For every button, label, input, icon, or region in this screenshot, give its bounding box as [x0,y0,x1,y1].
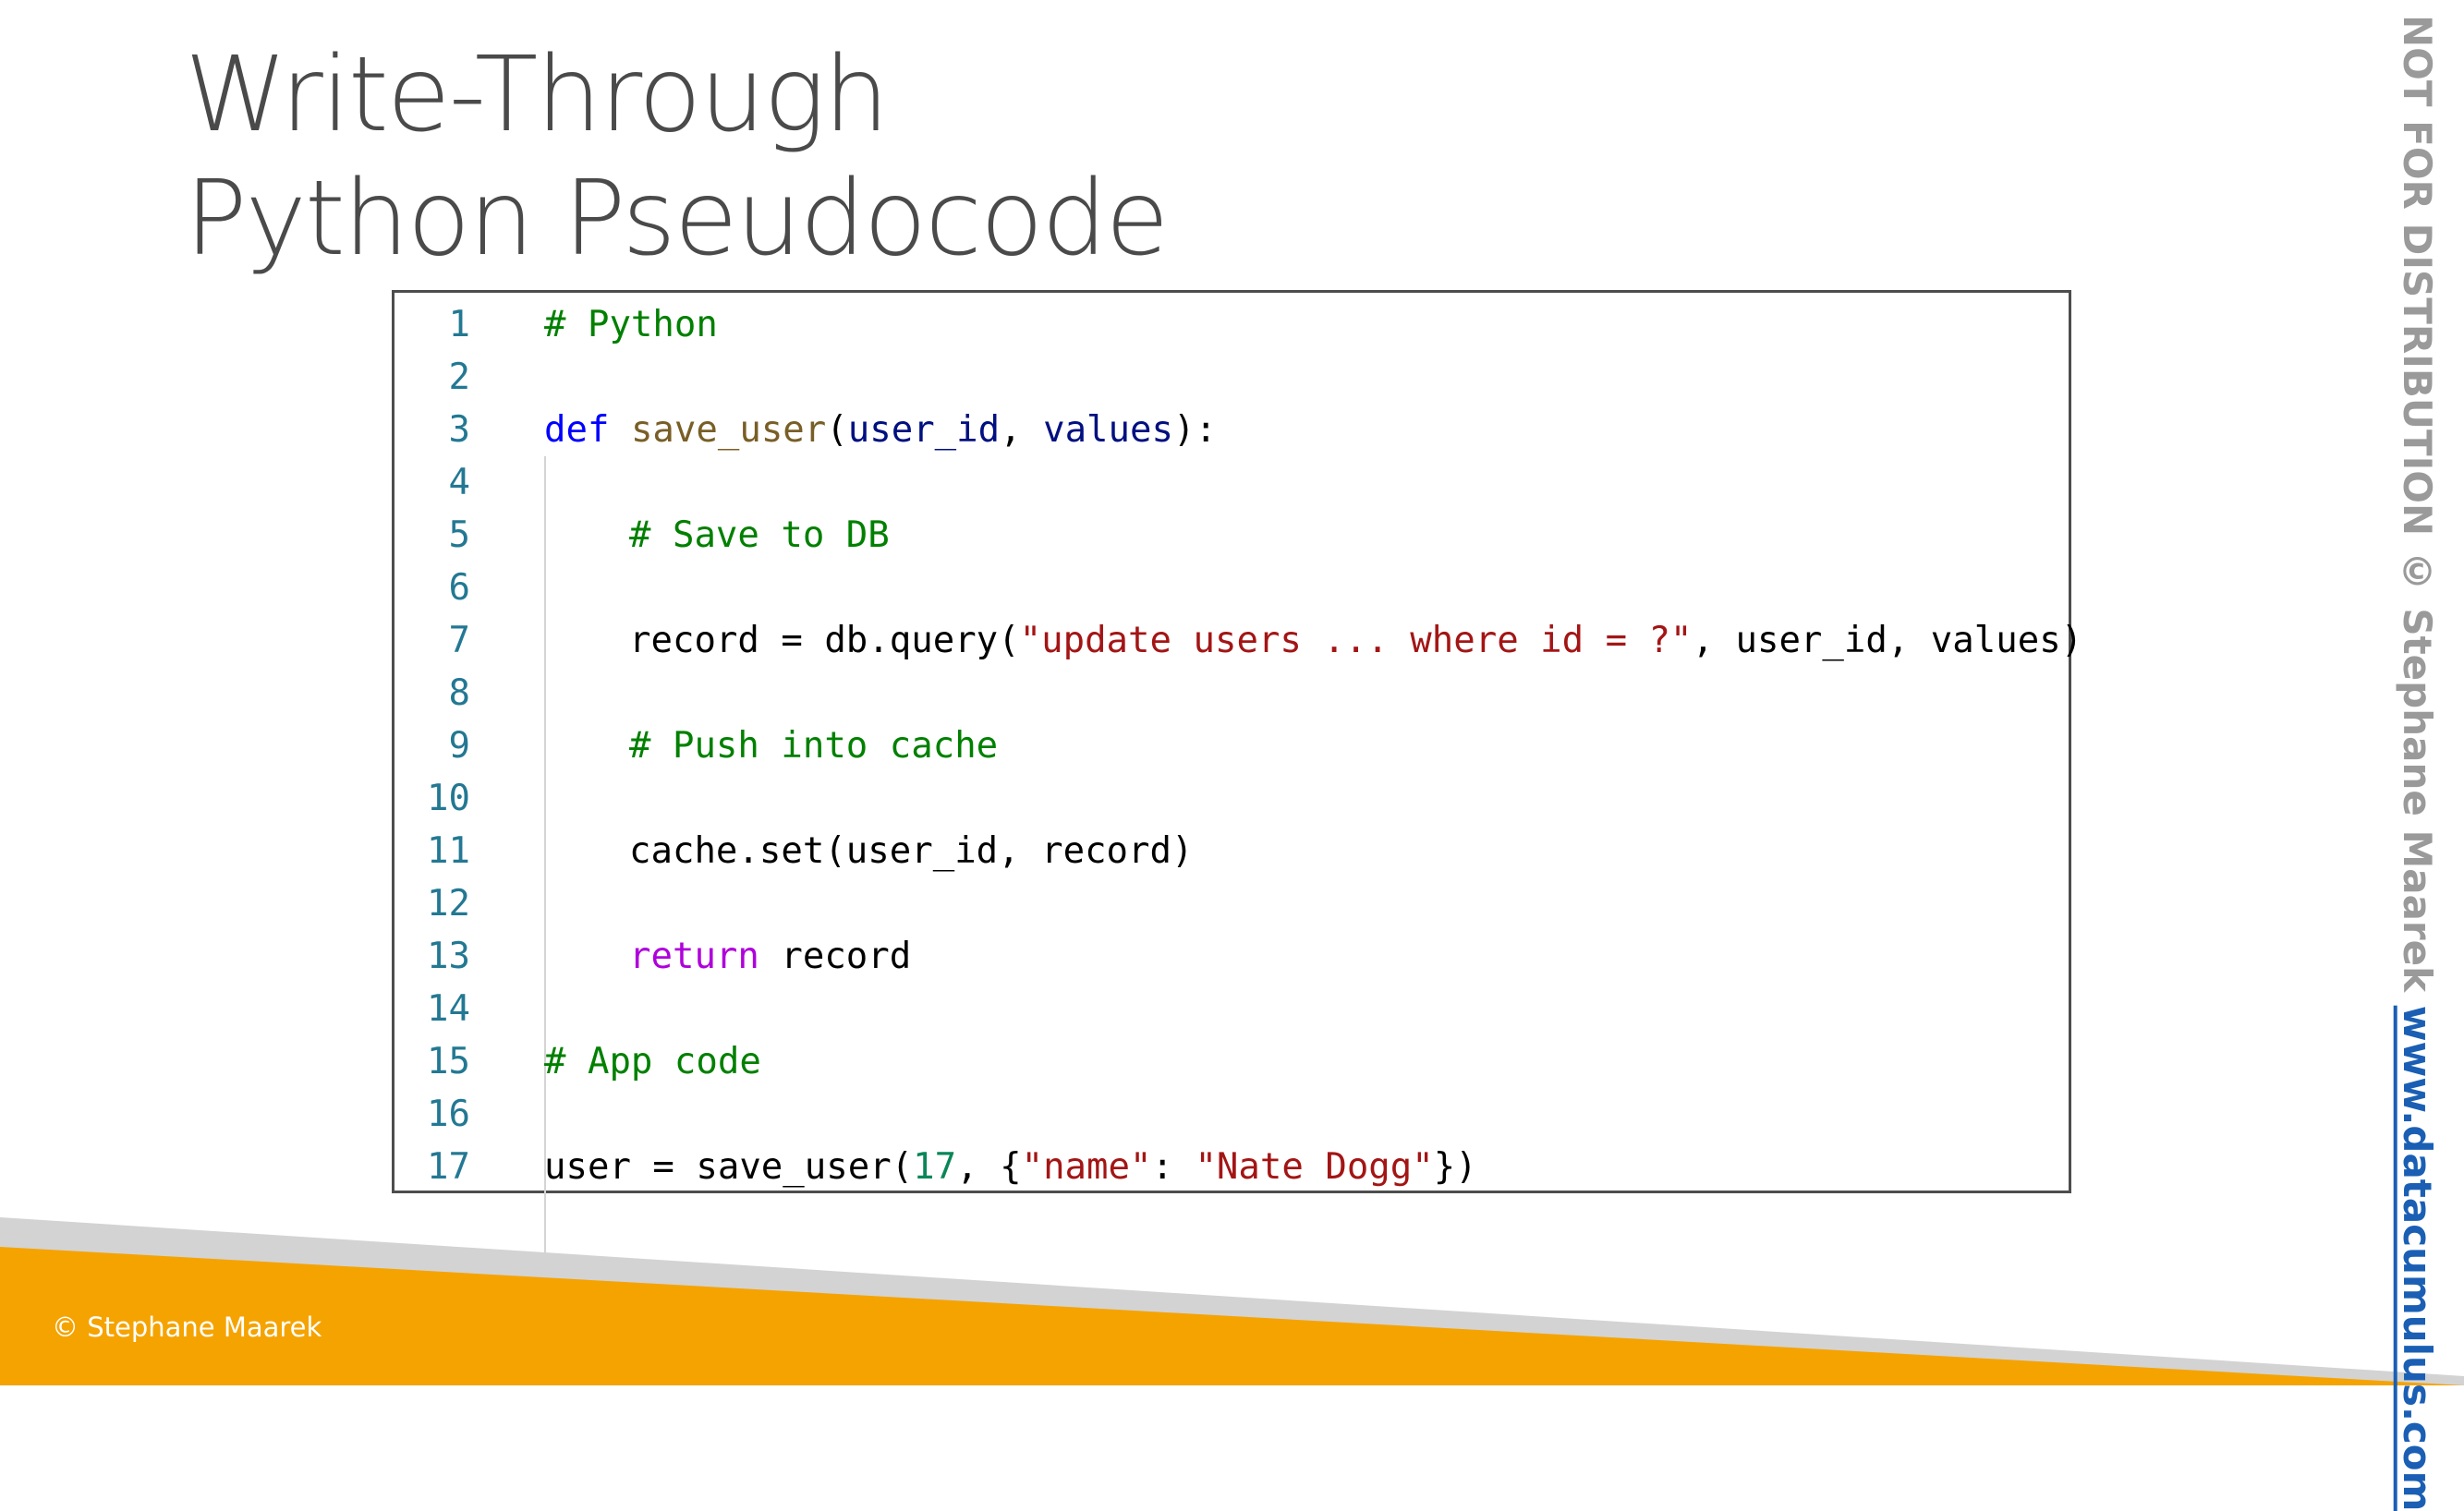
code-text: # App code [544,1035,761,1088]
code-token: record = db.query( [629,620,1020,661]
code-token: "name" [1021,1146,1152,1188]
code-text: cache.set(user_id, record) [629,825,1193,877]
code-line: 7 record = db.query("update users ... whe… [394,614,2083,667]
code-token: return [629,936,759,977]
code-token: user_id [847,409,1001,451]
line-number: 14 [427,988,470,1030]
line-number: 8 [448,672,470,714]
code-line: 14 [394,983,2069,1035]
footer-credit: © Stephane Maarek [52,1312,322,1343]
code-line: 13 return record [394,930,2069,983]
line-number: 4 [448,462,470,503]
line-number: 10 [427,778,470,819]
code-token: ): [1172,409,1217,451]
code-line: 8 [394,667,2069,719]
line-number: 12 [427,883,470,925]
code-token: , user_id, values) [1692,620,2083,661]
code-token: save_user [630,409,827,451]
code-line: 11 cache.set(user_id, record) [394,825,2069,877]
slide-title-line-1: Write-Through [185,35,890,155]
line-number: 1 [448,304,470,345]
code-token: 17 [913,1146,957,1188]
line-number: 6 [448,567,470,609]
slide-title: Write-Through Python Pseudocode [185,33,1169,281]
website-link[interactable]: www.datacumulus.com [2395,1006,2440,1511]
code-line: 16 [394,1088,2069,1141]
code-token: , { [956,1146,1022,1188]
code-line: 10 [394,772,2069,825]
line-number: 7 [448,620,470,661]
code-line: 3 def save_user(user_id, values): [394,404,2069,456]
distribution-notice: NOT FOR DISTRIBUTION © Stephane Maarek [2395,15,2440,1006]
line-number: 3 [448,409,470,451]
code-line: 15 # App code [394,1035,2069,1088]
code-token: # Python [544,304,718,345]
code-line: 17 user = save_user(17, {"name": "Nate Do… [394,1141,2069,1193]
code-token: # App code [544,1041,761,1082]
code-token: record [759,936,912,977]
side-watermark: NOT FOR DISTRIBUTION © Stephane Maarek w… [2395,15,2440,1511]
line-number: 11 [427,830,470,872]
line-number: 5 [448,514,470,556]
code-text: # Push into cache [629,719,998,772]
code-text: def save_user(user_id, values): [544,404,1217,456]
code-token: def [544,409,610,451]
line-number: 2 [448,357,470,398]
code-token: cache.set(user_id, record) [629,830,1194,872]
code-line: 9 # Push into cache [394,719,2069,772]
code-token: # Save to DB [629,514,890,556]
code-token: }) [1433,1146,1477,1188]
code-token: user = save_user( [544,1146,914,1188]
line-number: 13 [427,936,470,977]
code-line: 4 [394,456,2069,509]
code-line: 6 [394,562,2069,614]
code-text: # Save to DB [629,509,890,562]
code-text: record = db.query("update users ... wher… [629,614,2082,667]
code-token: ( [826,409,848,451]
code-text: return record [629,930,911,983]
code-line: 12 [394,877,2069,930]
code-token: , [1000,409,1044,451]
line-number: 15 [427,1041,470,1082]
code-token: : [1151,1146,1196,1188]
code-block: 1 # Python 2 3 def save_user(user_id, values… [392,290,2083,1269]
code-token: # Push into cache [629,725,999,767]
code-token: "Nate Dogg" [1195,1146,1434,1188]
slide-title-line-2: Python Pseudocode [185,159,1169,279]
code-text: # Python [544,298,718,351]
line-number: 9 [448,725,470,767]
line-number: 17 [427,1146,470,1188]
code-token: values [1043,409,1173,451]
code-line: 2 [394,351,2069,404]
code-text: user = save_user(17, {"name": "Nate Dogg… [544,1141,1477,1193]
code-line: 5 # Save to DB [394,509,2069,562]
line-number: 16 [427,1094,470,1135]
code-token: "update users ... where id = ?" [1019,620,1693,661]
code-line: 1 # Python [394,298,2069,351]
orange-band [0,1247,2464,1385]
decorative-bottom-band [0,1217,2464,1385]
